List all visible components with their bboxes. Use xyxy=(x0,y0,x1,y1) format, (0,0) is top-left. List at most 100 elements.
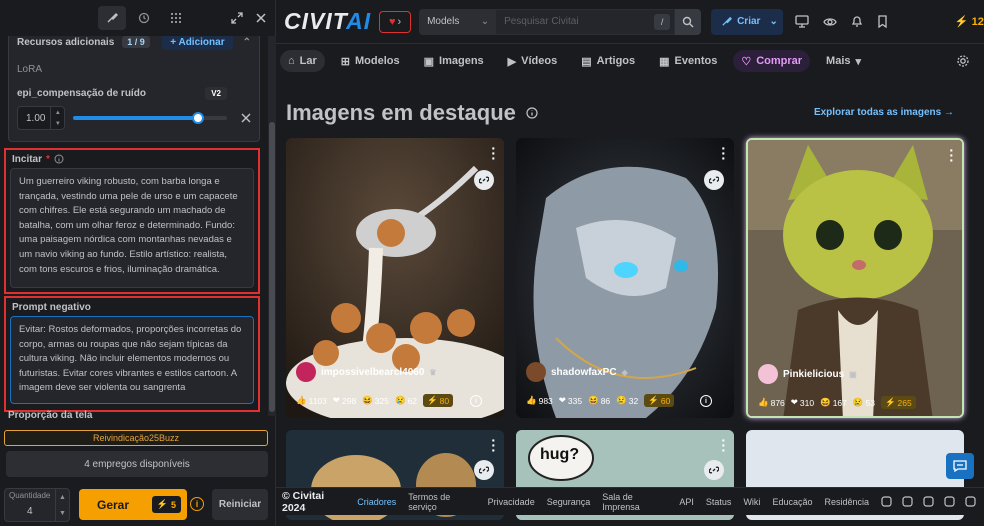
youtube-icon[interactable] xyxy=(944,496,955,507)
buzz-tip-count[interactable]: 80 xyxy=(440,396,449,406)
info-icon[interactable] xyxy=(526,107,538,119)
add-resource-button[interactable]: + Adicionar xyxy=(162,36,233,50)
nav-item-3[interactable]: ▣ Imagens xyxy=(416,50,492,72)
avatar[interactable] xyxy=(758,364,778,384)
close-icon[interactable] xyxy=(255,12,267,24)
card-menu-icon[interactable]: · · · xyxy=(721,433,726,457)
reset-button[interactable]: Reiniciar xyxy=(212,489,268,520)
card-username[interactable]: shadowfaxPC xyxy=(551,367,617,378)
generate-info-icon[interactable]: i xyxy=(190,497,204,511)
footer-link[interactable]: Termos de serviço xyxy=(408,492,475,512)
buzz-tip-count[interactable]: 60 xyxy=(661,396,670,406)
remix-link-icon[interactable] xyxy=(704,170,724,190)
quantity-arrows[interactable]: ▲ ▼ xyxy=(55,489,69,521)
civitai-logo[interactable]: CIVITAI xyxy=(284,8,371,35)
footer-link[interactable]: Wiki xyxy=(743,497,760,507)
cry-icon[interactable]: 😢 xyxy=(616,395,627,406)
buzz-balance[interactable]: ⚡ 125 xyxy=(955,15,984,28)
nav-item-6[interactable]: ▦ Eventos xyxy=(651,50,725,72)
tab-queue[interactable] xyxy=(130,6,158,30)
card-menu-icon[interactable]: · · · xyxy=(491,433,496,457)
nav-item-2[interactable]: ⊞ Modelos xyxy=(333,50,408,72)
lora-strength-input[interactable]: 1.00 ▲ ▼ xyxy=(17,106,66,130)
expand-icon[interactable] xyxy=(231,12,243,24)
monitor-icon[interactable] xyxy=(795,15,809,28)
footer-link[interactable]: Privacidade xyxy=(488,497,535,507)
prompt-textarea[interactable]: Um guerreiro viking robusto, com barba l… xyxy=(10,168,254,288)
x-icon[interactable] xyxy=(902,496,913,507)
avatar[interactable] xyxy=(526,362,546,382)
avatar[interactable] xyxy=(296,362,316,382)
lora-strength-value: 1.00 xyxy=(26,112,46,124)
image-card[interactable]: · · · impossivelbearcl4060 ♛ 👍 1103 ❤ 298 😆 32… xyxy=(286,138,504,418)
claim-buzz-button[interactable]: Reivindicação25Buzz xyxy=(4,430,268,446)
nav-item-8[interactable]: Mais ▾ xyxy=(818,50,869,72)
github-icon[interactable] xyxy=(965,496,976,507)
footer-link[interactable]: Segurança xyxy=(547,497,591,507)
card-info-icon[interactable]: i xyxy=(470,395,482,407)
card-username[interactable]: Pinkielicious xyxy=(783,369,844,380)
prompt-label: Incitar xyxy=(12,153,43,165)
nav-item-1[interactable]: ⌂ Lar xyxy=(280,50,325,72)
laugh-icon[interactable]: 😆 xyxy=(820,397,831,408)
search-type-select[interactable]: Models ⌄ xyxy=(419,8,496,35)
support-heart-button[interactable]: ♥ › xyxy=(379,10,412,33)
thumbs-up-icon[interactable]: 👍 xyxy=(526,395,537,406)
lora-strength-slider[interactable] xyxy=(73,112,227,124)
quantity-value[interactable]: 4 xyxy=(27,506,33,517)
tab-feed[interactable] xyxy=(162,6,190,30)
bookmark-icon[interactable] xyxy=(877,15,888,28)
slider-handle[interactable] xyxy=(191,112,204,124)
quantity-stepper[interactable]: Quantidade 4 ▲ ▼ xyxy=(4,488,70,522)
search-button[interactable] xyxy=(675,8,702,35)
card-menu-icon[interactable]: · · · xyxy=(721,141,726,165)
buzz-tip-count[interactable]: 265 xyxy=(898,398,912,408)
explore-all-images-link[interactable]: Explorar todas as imagens → xyxy=(814,107,954,118)
create-button[interactable]: Criar ⌄ xyxy=(711,8,784,35)
heart-icon[interactable]: ❤ xyxy=(333,395,340,406)
info-icon[interactable] xyxy=(54,154,64,164)
laugh-icon[interactable]: 😆 xyxy=(588,395,599,406)
footer-link[interactable]: API xyxy=(679,497,694,507)
nav-item-label: Comprar xyxy=(756,55,803,67)
cry-icon[interactable]: 😢 xyxy=(395,395,406,406)
remix-link-icon[interactable] xyxy=(704,460,724,480)
bell-icon[interactable] xyxy=(851,15,863,28)
negative-prompt-textarea[interactable]: Evitar: Rostos deformados, proporções in… xyxy=(10,316,254,404)
image-card[interactable]: · · · shadowfaxPC ◈ 👍 983 ❤ 335 😆 86 😢 32 ⚡ 60 i xyxy=(516,138,734,418)
heart-icon[interactable]: ❤ xyxy=(559,395,566,406)
instagram-icon[interactable] xyxy=(923,496,934,507)
remove-lora-icon[interactable] xyxy=(241,113,251,123)
footer-link[interactable]: Educação xyxy=(772,497,812,507)
remix-link-icon[interactable] xyxy=(474,460,494,480)
heart-icon[interactable]: ❤ xyxy=(791,397,798,408)
remix-link-icon[interactable] xyxy=(474,170,494,190)
footer-link[interactable]: Status xyxy=(706,497,732,507)
card-info-icon[interactable]: i xyxy=(700,395,712,407)
chevron-up-icon[interactable]: ⌃ xyxy=(243,37,251,48)
cry-icon[interactable]: 😢 xyxy=(853,397,864,408)
strength-stepper[interactable]: ▲ ▼ xyxy=(50,107,64,129)
search-input[interactable]: Pesquisar Civitai / xyxy=(495,8,676,35)
tab-generate[interactable] xyxy=(98,6,126,30)
generate-button[interactable]: Gerar ⚡ 5 xyxy=(79,489,187,520)
panel-scrollbar[interactable] xyxy=(268,36,276,416)
card-menu-icon[interactable]: · · · xyxy=(949,143,954,167)
image-card-featured[interactable]: · · · Pinkielicious ▣ 👍 876 ❤ 310 😆 167 😢 53 ⚡ 2… xyxy=(746,138,964,418)
scrollbar-thumb[interactable] xyxy=(269,122,275,412)
discord-icon[interactable] xyxy=(881,496,892,507)
footer-link[interactable]: Sala de Imprensa xyxy=(602,492,667,512)
laugh-icon[interactable]: 😆 xyxy=(362,395,373,406)
footer-link[interactable]: Residência xyxy=(824,497,869,507)
thumbs-up-icon[interactable]: 👍 xyxy=(296,395,307,406)
nav-item-4[interactable]: ▶ Vídeos xyxy=(500,50,566,72)
footer-link[interactable]: Criadores xyxy=(357,497,396,507)
chat-support-button[interactable] xyxy=(946,453,974,479)
nav-item-5[interactable]: ▤ Artigos xyxy=(573,50,643,72)
card-username[interactable]: impossivelbearcl4060 xyxy=(321,367,424,378)
thumbs-up-icon[interactable]: 👍 xyxy=(758,397,769,408)
card-menu-icon[interactable]: · · · xyxy=(491,141,496,165)
eye-icon[interactable] xyxy=(823,16,837,28)
nav-item-7[interactable]: ♡ Comprar xyxy=(733,50,811,72)
settings-gear-icon[interactable] xyxy=(956,54,970,68)
